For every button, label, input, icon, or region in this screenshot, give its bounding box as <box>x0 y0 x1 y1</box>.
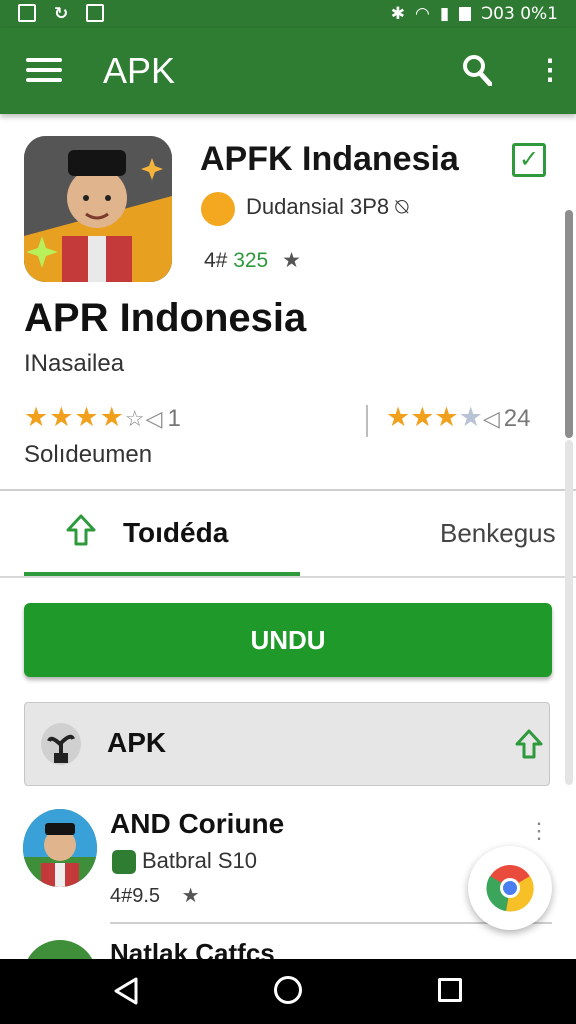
back-icon[interactable] <box>112 977 140 1005</box>
star-count-right: 24 <box>503 405 531 432</box>
star-tail-icon: ☆◁ <box>124 406 164 431</box>
tab-details[interactable]: Toıdéda <box>123 517 228 549</box>
search-icon[interactable] <box>462 54 492 86</box>
battery-icon <box>459 7 472 21</box>
star-icon: ★ <box>282 249 301 272</box>
star-icon: ★ <box>181 885 200 907</box>
scrollbar-track[interactable] <box>565 440 573 785</box>
star-empty-icon: ★ <box>458 402 483 432</box>
verified-check-icon[interactable]: ✓ <box>512 143 546 177</box>
star-tail-icon: ◁ <box>482 406 500 431</box>
page-title: APR Indonesia <box>24 296 307 340</box>
wifi-icon: ◠ <box>415 4 430 24</box>
status-bar: ↻ ✱ ◠ ▮ Ͻ03 0%1 <box>0 0 576 28</box>
apk-row-label: APK <box>107 727 167 758</box>
more-vert-icon[interactable]: ⋮ <box>536 54 564 86</box>
list-item-title[interactable]: AND Coriune <box>110 808 284 840</box>
apk-row[interactable]: APK <box>24 702 550 786</box>
camera-icon <box>86 4 105 22</box>
rating-label: Solıdeumen <box>24 441 153 468</box>
stars-filled: ★★★★ <box>24 402 125 432</box>
page-subtitle: INasailea <box>24 350 125 377</box>
menu-icon[interactable] <box>26 56 62 84</box>
star-rating-right: ★★★★◁ 24 <box>386 402 530 433</box>
refresh-icon: ↻ <box>54 4 69 24</box>
status-time: Ͻ03 0%1 <box>481 4 558 24</box>
download-button[interactable]: UNDU <box>24 603 552 677</box>
rating-value: 325 <box>233 249 269 272</box>
developer-logo <box>201 192 235 226</box>
chrome-icon <box>486 865 534 912</box>
floating-action-button[interactable] <box>468 846 552 930</box>
tab-reviews[interactable]: Benkegus <box>440 518 556 549</box>
recent-apps-icon[interactable] <box>438 978 462 1002</box>
more-vert-icon[interactable]: ⋮ <box>528 820 550 842</box>
stars-filled: ★★★ <box>386 402 459 432</box>
vertical-divider <box>366 405 368 437</box>
rating-prefix: 4# <box>110 885 133 907</box>
avatar <box>23 809 97 887</box>
app-bar: APK ⋮ <box>0 28 576 114</box>
photo-icon <box>18 4 36 22</box>
app-bar-title: APK <box>103 50 176 91</box>
star-rating-left: ★★★★☆◁ 1 <box>24 402 182 433</box>
rating-summary: 4# 325 ★ <box>204 248 301 273</box>
signal-icon: ▮ <box>439 4 450 24</box>
star-count-left: 1 <box>167 405 182 432</box>
divider <box>0 489 576 491</box>
developer-logo <box>112 850 136 875</box>
app-name: APFK Indanesia <box>200 140 459 178</box>
divider <box>0 576 576 578</box>
list-item-rating: 4#9.5 ★ <box>110 883 200 908</box>
list-item-developer: Batbral S10 <box>142 848 257 873</box>
list-item-title[interactable]: Natlak Catfcs <box>110 938 275 960</box>
plant-icon <box>41 723 81 765</box>
bluetooth-icon: ✱ <box>390 4 406 24</box>
upload-arrow-icon <box>66 514 96 546</box>
list-item-subtitle: Batbral S10 <box>112 848 257 875</box>
developer-name[interactable]: Dudansial 3P8 ⍉ <box>246 194 408 220</box>
home-icon[interactable] <box>274 976 302 1004</box>
navigation-bar <box>0 959 576 1024</box>
app-icon <box>24 136 172 282</box>
rating-prefix: 4# <box>204 249 228 272</box>
rating-value: 9.5 <box>132 885 161 907</box>
upload-arrow-icon[interactable] <box>515 729 543 759</box>
scrollbar-thumb[interactable] <box>565 210 573 438</box>
